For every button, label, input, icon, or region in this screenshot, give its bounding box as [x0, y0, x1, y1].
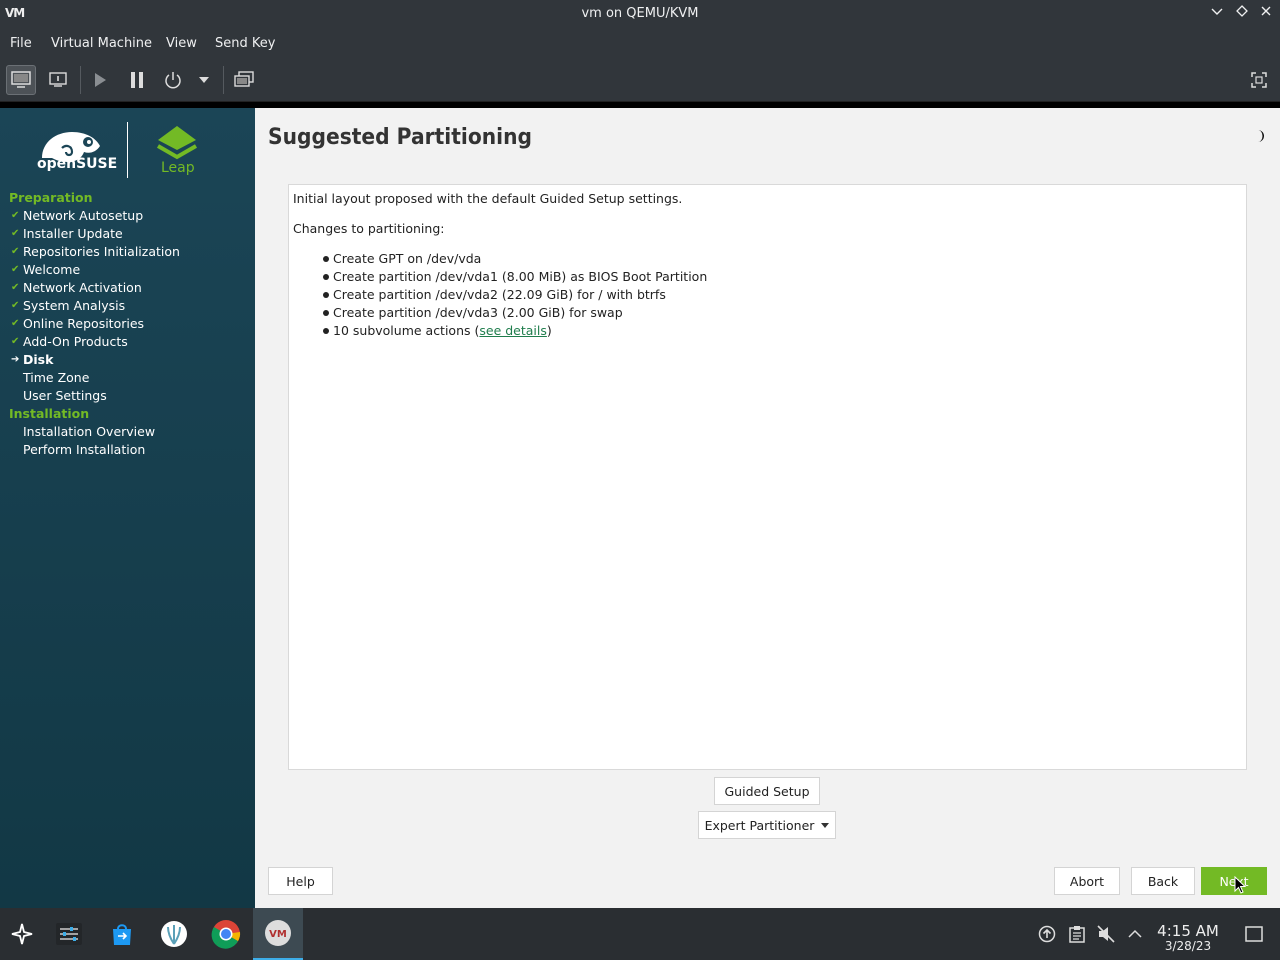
abort-button[interactable]: Abort [1054, 867, 1120, 895]
subvolume-suffix: ) [546, 323, 552, 338]
clock-time: 4:15 AM [1157, 922, 1219, 940]
installer-sidebar: openSUSE Leap Preparation ✔ Network Auto… [0, 108, 255, 908]
toolbar [0, 58, 1280, 102]
power-icon[interactable] [158, 65, 188, 95]
see-details-link[interactable]: see details [479, 323, 547, 338]
step-repositories-initialization: Repositories Initialization [23, 244, 180, 259]
menu-virtual-machine[interactable]: Virtual Machine [51, 36, 152, 51]
back-button[interactable]: Back [1131, 867, 1195, 895]
minimize-icon[interactable] [1208, 4, 1226, 22]
check-icon: ✔ [11, 210, 20, 221]
brand: openSUSE Leap [30, 122, 230, 182]
step-system-analysis: System Analysis [23, 298, 126, 313]
list-item: Create GPT on /dev/vda [323, 251, 707, 269]
list-item: Create partition /dev/vda2 (22.09 GiB) f… [323, 287, 707, 305]
subvolume-text: 10 subvolume actions ( [333, 323, 480, 338]
check-icon: ✔ [11, 282, 20, 293]
list-item: Create partition /dev/vda3 (2.00 GiB) fo… [323, 305, 707, 323]
help-button[interactable]: Help [268, 867, 333, 895]
run-icon[interactable] [85, 65, 115, 95]
intro-text: Initial layout proposed with the default… [293, 191, 683, 206]
step-perform-installation: Perform Installation [23, 442, 146, 457]
check-icon: ✔ [11, 228, 20, 239]
list-item: Create partition /dev/vda1 (8.00 MiB) as… [323, 269, 707, 287]
leap-wordmark: Leap [161, 160, 195, 176]
show-desktop-icon[interactable] [1244, 924, 1264, 944]
partitioning-summary: Initial layout proposed with the default… [288, 184, 1247, 770]
vm-display[interactable]: openSUSE Leap Preparation ✔ Network Auto… [0, 108, 1280, 908]
check-icon: ✔ [11, 264, 20, 275]
mouse-cursor-icon [1234, 876, 1246, 894]
check-icon: ✔ [11, 318, 20, 329]
expert-partitioner-button[interactable]: Expert Partitioner [698, 811, 836, 839]
window-title: vm on QEMU/KVM [581, 6, 699, 21]
expert-partitioner-label: Expert Partitioner [704, 817, 815, 833]
svg-text:VM: VM [269, 929, 287, 940]
clock-date: 3/28/23 [1164, 939, 1212, 953]
step-add-on-products: Add-On Products [23, 334, 128, 349]
check-icon: ✔ [11, 246, 20, 257]
check-icon: ✔ [11, 300, 20, 311]
menu-view[interactable]: View [166, 36, 197, 51]
pause-icon[interactable] [122, 65, 152, 95]
chrome-icon[interactable] [208, 916, 244, 952]
help-label: Help [286, 873, 315, 889]
main-content: Suggested Partitioning Initial layout pr… [255, 108, 1280, 908]
shell-icon[interactable] [156, 916, 192, 952]
dropdown-icon[interactable] [190, 65, 218, 95]
taskbar: VM 4:15 AM 3/28/23 [0, 908, 1280, 960]
menubar: File Virtual Machine View Send Key [0, 28, 1280, 58]
clock[interactable]: 4:15 AM 3/28/23 [1150, 923, 1226, 953]
details-icon[interactable] [43, 65, 73, 95]
chevron-down-icon [821, 822, 830, 828]
changes-list: Create GPT on /dev/vda Create partition … [323, 251, 707, 341]
arrow-right-icon: ➔ [11, 354, 20, 365]
step-user-settings: User Settings [23, 388, 107, 403]
guided-setup-button[interactable]: Guided Setup [714, 777, 820, 805]
step-time-zone: Time Zone [23, 370, 90, 385]
close-icon[interactable] [1257, 4, 1275, 22]
step-installation-overview: Installation Overview [23, 424, 156, 439]
step-installer-update: Installer Update [23, 226, 123, 241]
app-launcher-icon[interactable] [4, 916, 40, 952]
abort-label: Abort [1069, 873, 1105, 889]
fullscreen-icon[interactable] [1244, 65, 1274, 95]
menu-send-key[interactable]: Send Key [215, 36, 275, 51]
snapshots-icon[interactable] [229, 65, 259, 95]
expand-tray-icon[interactable] [1125, 924, 1145, 944]
console-icon[interactable] [6, 65, 36, 95]
leap-logo-icon [156, 126, 198, 160]
menu-file[interactable]: File [10, 36, 32, 51]
list-item: 10 subvolume actions (see details) [323, 323, 707, 341]
discover-store-icon[interactable] [104, 916, 140, 952]
page-title: Suggested Partitioning [268, 125, 532, 150]
system-settings-icon[interactable] [51, 916, 87, 952]
changes-heading: Changes to partitioning: [293, 221, 445, 236]
check-icon: ✔ [11, 336, 20, 347]
step-online-repositories: Online Repositories [23, 316, 145, 331]
updates-icon[interactable] [1037, 924, 1057, 944]
step-welcome: Welcome [23, 262, 81, 277]
volume-muted-icon[interactable] [1096, 924, 1116, 944]
virt-manager-icon[interactable]: VM [253, 908, 303, 960]
dark-mode-icon[interactable] [1252, 129, 1266, 143]
clipboard-icon[interactable] [1067, 924, 1087, 944]
brand-divider [127, 122, 128, 178]
guided-setup-label: Guided Setup [724, 783, 810, 799]
window-titlebar: VM vm on QEMU/KVM [0, 0, 1280, 28]
maximize-icon[interactable] [1233, 4, 1251, 22]
back-label: Back [1147, 873, 1179, 889]
section-preparation: Preparation [9, 190, 93, 205]
step-disk: Disk [23, 352, 54, 367]
section-installation: Installation [9, 406, 90, 421]
step-network-activation: Network Activation [23, 280, 142, 295]
step-network-autosetup: Network Autosetup [23, 208, 144, 223]
opensuse-wordmark: openSUSE [37, 156, 118, 172]
